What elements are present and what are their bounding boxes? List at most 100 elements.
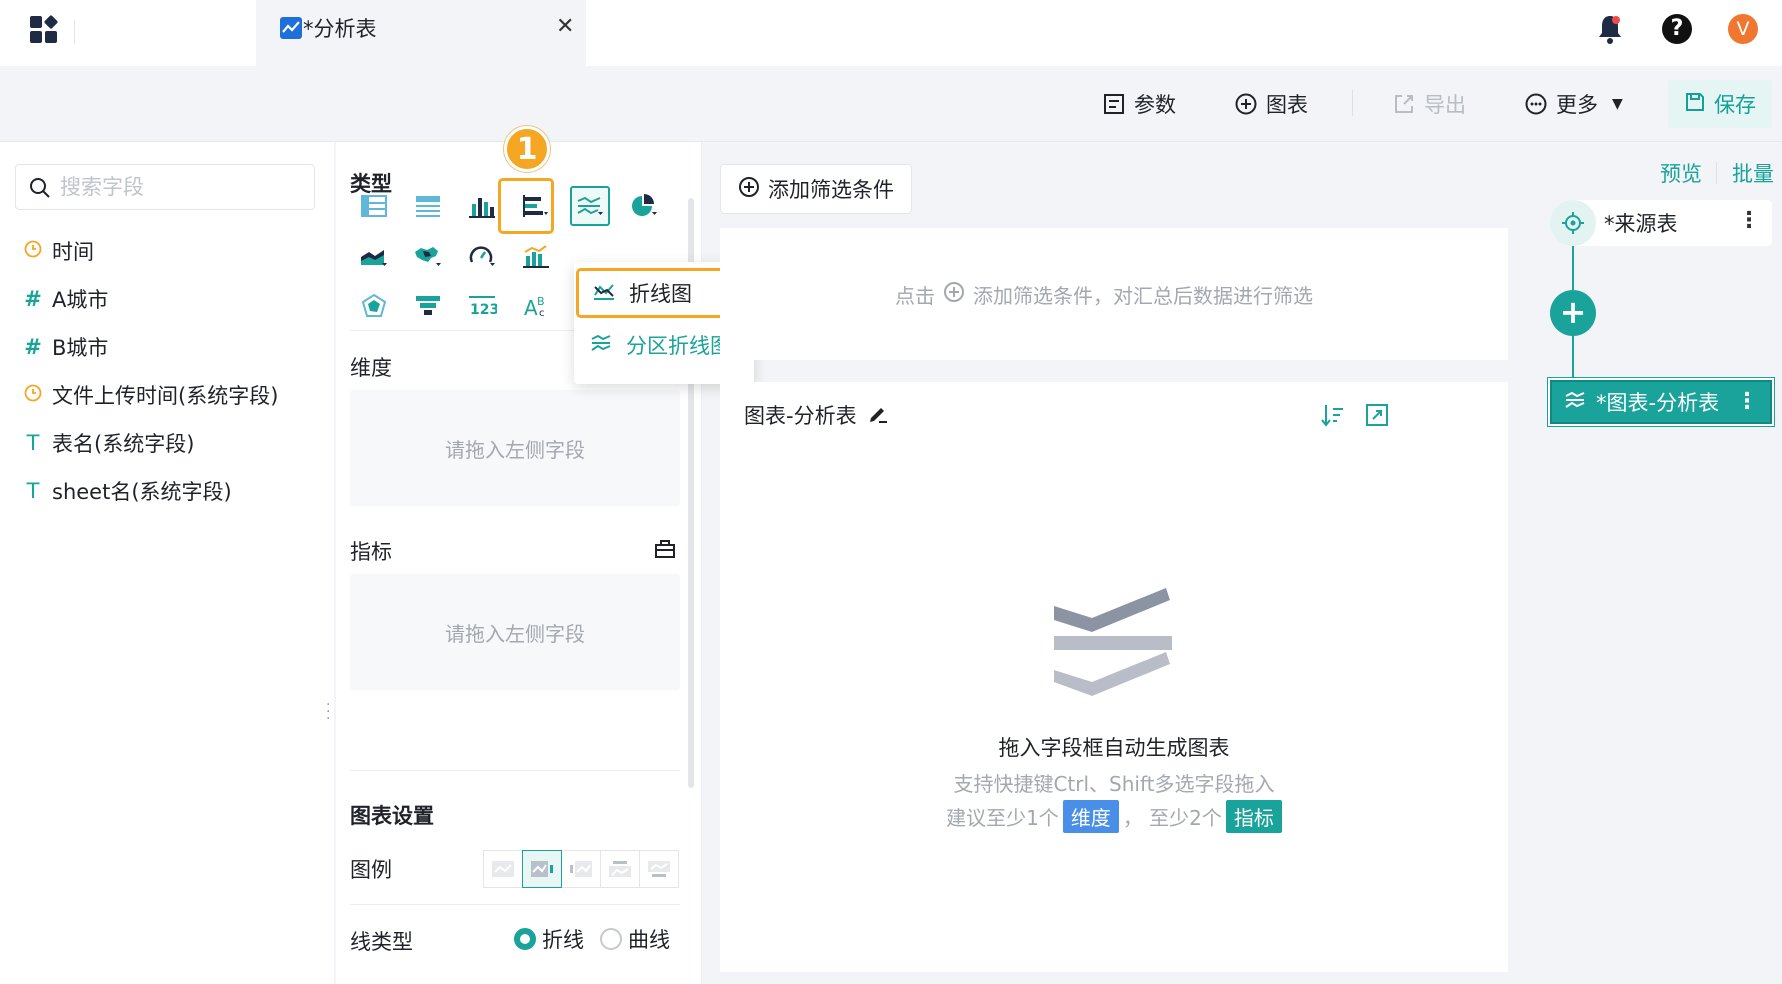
radio-polyline[interactable]: 折线 bbox=[514, 924, 584, 954]
divider bbox=[74, 20, 75, 44]
bar-chart-icon[interactable] bbox=[462, 186, 502, 226]
field-item[interactable]: 时间 bbox=[22, 234, 94, 268]
add-filter-button[interactable]: 添加筛选条件 bbox=[720, 164, 912, 214]
empty-chart-icon bbox=[1052, 588, 1176, 705]
empty-state-hint: 支持快捷键Ctrl、Shift多选字段拖入 bbox=[953, 772, 1275, 796]
divider bbox=[1352, 90, 1353, 116]
field-name: 时间 bbox=[52, 240, 94, 264]
preview-link[interactable]: 预览 bbox=[1660, 158, 1702, 188]
line-type-label: 线类型 bbox=[350, 930, 413, 954]
add-node-button[interactable]: + bbox=[1550, 290, 1596, 336]
area-chart-icon[interactable] bbox=[354, 236, 394, 276]
filter-hint: 点击 添加筛选条件，对汇总后数据进行筛选 bbox=[895, 280, 1313, 309]
add-filter-label: 添加筛选条件 bbox=[768, 178, 894, 202]
more-vertical-icon[interactable]: ⋮ bbox=[1738, 208, 1760, 233]
plus-circle-icon bbox=[943, 281, 965, 308]
search-icon bbox=[28, 176, 52, 200]
gauge-chart-icon[interactable] bbox=[462, 236, 502, 276]
combo-chart-icon[interactable] bbox=[516, 236, 556, 276]
chart-card: 图表-分析表 拖入字段框自动生成图表 支持快捷键Ctrl、Shift多选字段拖入… bbox=[720, 382, 1508, 972]
export-label: 导出 bbox=[1424, 93, 1466, 117]
field-item[interactable]: # A城市 bbox=[22, 282, 108, 316]
number-card-icon[interactable]: 123 bbox=[462, 286, 502, 326]
source-node-label: *来源表 bbox=[1604, 212, 1678, 236]
avatar[interactable]: V bbox=[1728, 14, 1758, 44]
divider bbox=[350, 904, 680, 905]
resize-handle[interactable]: · · · bbox=[326, 698, 330, 726]
filter-area[interactable]: 点击 添加筛选条件，对汇总后数据进行筛选 bbox=[720, 228, 1508, 360]
params-icon bbox=[1102, 92, 1126, 116]
batch-link[interactable]: 批量 bbox=[1732, 158, 1774, 188]
chart-title: 图表-分析表 bbox=[744, 404, 857, 428]
empty-state-title: 拖入字段框自动生成图表 bbox=[998, 736, 1230, 760]
field-item[interactable]: # B城市 bbox=[22, 330, 108, 364]
area-line-chart-icon bbox=[590, 333, 612, 358]
tab-label: *分析表 bbox=[303, 17, 377, 41]
flow-connector bbox=[1572, 336, 1574, 380]
detail-table-icon[interactable] bbox=[408, 186, 448, 226]
legend-right-option[interactable] bbox=[522, 850, 562, 888]
source-table-node[interactable]: *来源表 ⋮ bbox=[1550, 200, 1772, 246]
clock-icon bbox=[22, 383, 44, 407]
map-chart-icon[interactable] bbox=[408, 236, 448, 276]
more-circle-icon bbox=[1524, 92, 1548, 116]
hash-icon: # bbox=[24, 335, 42, 359]
word-cloud-icon[interactable]: ABc bbox=[516, 286, 556, 326]
radio-curve[interactable]: 曲线 bbox=[600, 924, 670, 954]
metric-tag: 指标 bbox=[1225, 800, 1282, 833]
field-item[interactable]: T 表名(系统字段) bbox=[22, 426, 195, 460]
save-label: 保存 bbox=[1714, 93, 1756, 117]
more-button[interactable]: 更多 ▼ bbox=[1524, 86, 1623, 122]
legend-top-option[interactable] bbox=[600, 850, 640, 888]
more-label: 更多 bbox=[1556, 93, 1598, 117]
empty-state-suggestion: 建议至少1个 维度 ， 至少2个 指标 bbox=[720, 800, 1508, 833]
field-item[interactable]: T sheet名(系统字段) bbox=[22, 474, 232, 508]
dimension-drop-zone[interactable]: 请拖入左侧字段 bbox=[350, 390, 680, 506]
toolbar: 参数 图表 导出 更多 ▼ 保存 bbox=[0, 66, 1782, 142]
funnel-chart-icon[interactable] bbox=[408, 286, 448, 326]
radar-chart-icon[interactable] bbox=[354, 286, 394, 326]
field-name: 表名(系统字段) bbox=[52, 432, 195, 456]
radio-dot bbox=[600, 928, 622, 950]
chart-settings-title: 图表设置 bbox=[350, 804, 434, 828]
suggestion-text: 建议至少1个 bbox=[946, 806, 1059, 830]
fullscreen-icon[interactable] bbox=[1364, 402, 1390, 428]
search-input[interactable] bbox=[60, 173, 300, 201]
radio-label: 曲线 bbox=[628, 928, 670, 952]
add-chart-button[interactable]: 图表 bbox=[1234, 86, 1308, 122]
sort-icon[interactable] bbox=[1320, 402, 1346, 428]
export-button[interactable]: 导出 bbox=[1392, 86, 1466, 122]
app-grid-icon[interactable] bbox=[30, 14, 60, 46]
help-icon[interactable]: ? bbox=[1662, 14, 1692, 44]
legend-bottom-option[interactable] bbox=[639, 850, 679, 888]
field-name: sheet名(系统字段) bbox=[52, 480, 232, 504]
table-chart-icon[interactable] bbox=[354, 186, 394, 226]
menu-item-label: 折线图 bbox=[629, 282, 692, 306]
save-icon bbox=[1684, 91, 1706, 118]
dimension-tag: 维度 bbox=[1062, 800, 1119, 833]
params-label: 参数 bbox=[1134, 93, 1176, 117]
field-item[interactable]: 文件上传时间(系统字段) bbox=[22, 378, 278, 412]
edit-icon[interactable] bbox=[867, 402, 889, 429]
close-icon[interactable]: ✕ bbox=[556, 14, 574, 39]
search-field-box[interactable] bbox=[15, 164, 315, 210]
tab-analysis-table[interactable]: *分析表 ✕ bbox=[256, 0, 586, 66]
line-chart-type-button[interactable] bbox=[570, 186, 610, 226]
export-icon bbox=[1392, 92, 1416, 116]
legend-none-option[interactable] bbox=[483, 850, 523, 888]
pie-chart-icon[interactable] bbox=[624, 186, 664, 226]
step1-badge: 1 bbox=[504, 126, 550, 172]
bell-icon[interactable] bbox=[1596, 12, 1624, 52]
more-vertical-icon[interactable]: ⋮ bbox=[1736, 389, 1758, 414]
legend-left-option[interactable] bbox=[561, 850, 601, 888]
save-button[interactable]: 保存 bbox=[1668, 80, 1772, 128]
metric-drop-zone[interactable]: 请拖入左侧字段 bbox=[350, 574, 680, 690]
divider bbox=[1716, 162, 1717, 184]
chart-analysis-node[interactable]: *图表-分析表 ⋮ bbox=[1550, 380, 1772, 424]
params-button[interactable]: 参数 bbox=[1102, 86, 1176, 122]
toolbox-icon[interactable] bbox=[654, 538, 676, 560]
plus-circle-icon bbox=[1234, 92, 1258, 116]
radio-dot bbox=[514, 928, 536, 950]
line-chart-icon bbox=[280, 17, 302, 39]
text-type-icon: T bbox=[26, 431, 40, 455]
